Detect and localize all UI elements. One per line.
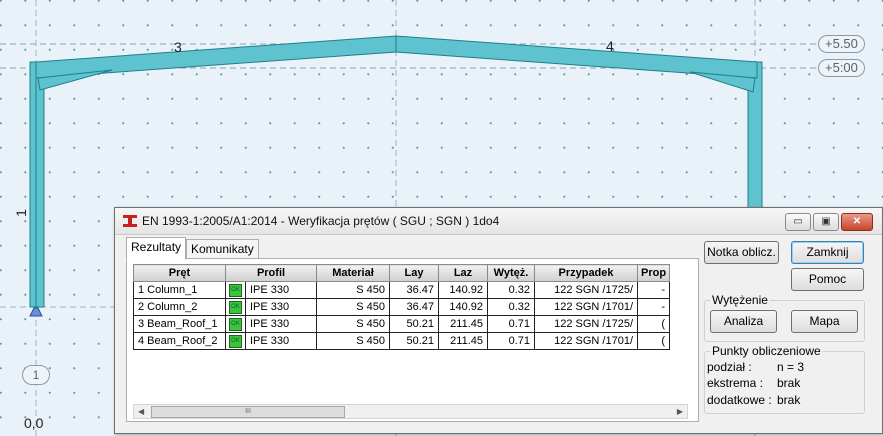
cell-wytez: 0.32 [487,281,535,299]
level-marker-top[interactable]: +5.50 [818,35,865,53]
dialog-title: EN 1993-1:2005/A1:2014 - Weryfikacja prę… [142,214,500,228]
cell-material: S 450 [316,315,390,333]
cell-laz: 140.92 [438,281,488,299]
cell-status: OK [225,281,246,299]
cell-profil: IPE 330 [245,281,317,299]
tab-komunikaty[interactable]: Komunikaty [186,239,259,259]
cell-profil: IPE 330 [245,298,317,316]
close-button[interactable]: ✕ [841,213,873,231]
dodatkowe-value: brak [777,393,801,407]
col-header-laz[interactable]: Laz [438,264,488,282]
table-header-row: Pręt Profil Materiał Lay Laz Wytęż. Przy… [133,264,671,282]
cell-material: S 450 [316,281,390,299]
podzial-value: n = 3 [777,360,805,374]
cell-pret: 3 Beam_Roof_1 [133,315,226,333]
table-row[interactable]: 1 Column_1 OK IPE 330 S 450 36.47 140.92… [133,281,671,299]
table-row[interactable]: 2 Column_2 OK IPE 330 S 450 36.47 140.92… [133,298,671,316]
results-panel: Pręt Profil Materiał Lay Laz Wytęż. Przy… [126,258,699,422]
level-marker-eave[interactable]: +5:00 [818,59,865,77]
maximize-button[interactable]: ▣ [813,213,839,231]
cell-lay: 36.47 [389,281,439,299]
cell-lay: 36.47 [389,298,439,316]
cell-profil: IPE 330 [245,332,317,350]
scroll-left-icon[interactable]: ◀ [138,405,144,418]
cell-lay: 50.21 [389,332,439,350]
cell-laz: 140.92 [438,298,488,316]
cell-status: OK [225,298,246,316]
col-header-profil[interactable]: Profil [225,264,317,282]
cell-wytez: 0.71 [487,332,535,350]
punkty-group-title: Punkty obliczeniowe [710,344,823,358]
ok-status-icon: OK [229,283,242,297]
ok-status-icon: OK [229,317,242,331]
cell-profil: IPE 330 [245,315,317,333]
cell-prop: ( [636,315,671,333]
cell-prop: ( [636,332,671,350]
minimize-button[interactable]: ▭ [785,213,811,231]
notka-button[interactable]: Notka oblicz. [704,241,779,264]
cell-przypadek: 122 SGN /1701/ [534,332,638,350]
analiza-button[interactable]: Analiza [710,310,777,333]
bar-label-3: 3 [174,39,182,55]
cell-wytez: 0.71 [487,315,535,333]
col-header-prop[interactable]: Prop [636,264,671,282]
cell-material: S 450 [316,332,390,350]
roof-beam-1-bar[interactable] [35,35,397,79]
cell-przypadek: 122 SGN /1701/ [534,298,638,316]
cell-laz: 211.45 [438,332,488,350]
cell-status: OK [225,332,246,350]
ekstrema-label: ekstrema : [707,376,764,390]
col-header-przypadek[interactable]: Przypadek [534,264,638,282]
pomoc-button[interactable]: Pomoc [791,268,864,291]
ekstrema-value: brak [777,376,801,390]
bar-label-1: 1 [12,209,29,217]
dodatkowe-label: dodatkowe : [707,393,772,407]
wytezenie-group-title: Wytężenie [710,293,770,307]
cell-pret: 1 Column_1 [133,281,226,299]
table-row[interactable]: 3 Beam_Roof_1 OK IPE 330 S 450 50.21 211… [133,315,671,333]
cell-prop: - [636,281,671,299]
cell-pret: 2 Column_2 [133,298,226,316]
cell-przypadek: 122 SGN /1725/ [534,315,638,333]
cell-status: OK [225,315,246,333]
cell-laz: 211.45 [438,315,488,333]
col-header-material[interactable]: Materiał [316,264,390,282]
podzial-label: podział : [707,360,752,374]
verification-dialog: EN 1993-1:2005/A1:2014 - Weryfikacja prę… [114,207,883,434]
col-header-pret[interactable]: Pręt [133,264,226,282]
cell-wytez: 0.32 [487,298,535,316]
cell-prop: - [636,298,671,316]
table-row[interactable]: 4 Beam_Roof_2 OK IPE 330 S 450 50.21 211… [133,332,671,350]
cell-lay: 50.21 [389,315,439,333]
tab-rezultaty[interactable]: Rezultaty [126,237,187,260]
horizontal-scrollbar[interactable]: ◀ III ▶ [133,404,688,419]
steel-member-icon [123,215,137,227]
dialog-titlebar[interactable]: EN 1993-1:2005/A1:2014 - Weryfikacja prę… [115,208,882,235]
support-symbol[interactable] [29,307,43,317]
col-header-wytez[interactable]: Wytęż. [487,264,535,282]
scroll-thumb[interactable]: III [151,406,345,418]
node-marker-1[interactable]: 1 [22,365,50,385]
roof-beam-2-bar[interactable] [395,35,758,79]
origin-label: 0,0 [24,415,44,431]
ok-status-icon: OK [229,300,242,314]
col-header-lay[interactable]: Lay [389,264,439,282]
zamknij-button[interactable]: Zamknij [791,241,864,264]
cell-przypadek: 122 SGN /1725/ [534,281,638,299]
cell-material: S 450 [316,298,390,316]
bar-label-4: 4 [606,38,614,54]
column-1-bar[interactable] [29,61,45,308]
cell-pret: 4 Beam_Roof_2 [133,332,226,350]
results-table: Pręt Profil Materiał Lay Laz Wytęż. Przy… [133,264,671,350]
ok-status-icon: OK [229,334,242,348]
mapa-button[interactable]: Mapa [791,310,858,333]
scroll-right-icon[interactable]: ▶ [677,405,683,418]
